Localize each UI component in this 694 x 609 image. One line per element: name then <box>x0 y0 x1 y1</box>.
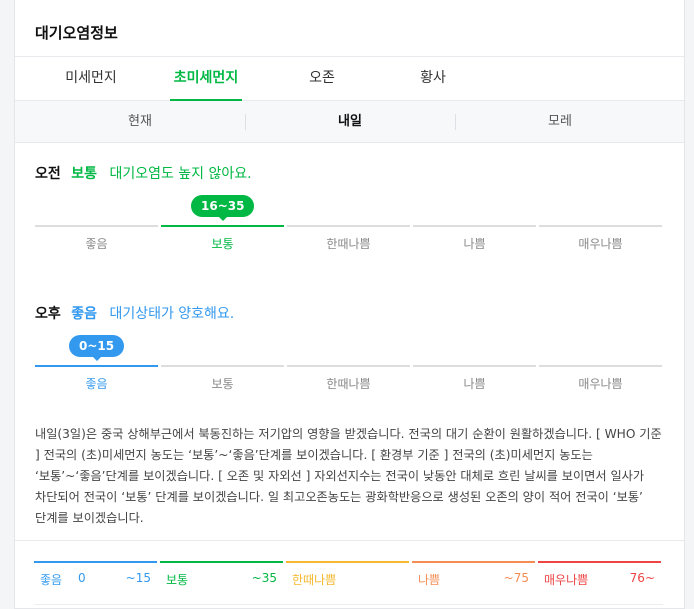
grade-segment-very-bad: 매우나쁨 <box>539 365 662 405</box>
title-bar: 대기오염정보 <box>15 0 684 57</box>
grade-label: 나쁨 <box>463 237 486 251</box>
forecast-text: 내일(3일)은 중국 상해부근에서 북동진하는 저기압의 영향을 받겠습니다. … <box>35 427 662 525</box>
tab-tomorrow[interactable]: 내일 <box>245 101 455 143</box>
legend-name: 한때나쁨 <box>292 573 337 587</box>
grade-segment-good: 좋음 <box>35 225 158 265</box>
grade-segment-very-bad: 매우나쁨 <box>539 225 662 265</box>
grade-label: 보통 <box>211 377 234 391</box>
grade-label: 좋음 <box>85 237 108 251</box>
legend-very-bad: 매우나쁨 76~ <box>538 561 661 601</box>
afternoon-label: 오후 <box>35 306 61 322</box>
legend-range: ~75 <box>503 571 529 585</box>
grade-segment-bad: 나쁨 <box>413 225 536 265</box>
afternoon-grade: 좋음 <box>71 306 97 322</box>
day-tabs: 현재 내일 모레 <box>15 101 684 143</box>
morning-grade: 보통 <box>71 166 97 182</box>
morning-grade-scale: 좋음 보통 한때나쁨 나쁨 매우나쁨 <box>35 225 662 265</box>
pollutant-tabs: 미세먼지 초미세먼지 오존 황사 <box>15 57 684 101</box>
grade-label: 매우나쁨 <box>578 237 623 251</box>
morning-summary: 오전 보통 대기오염도 높지 않아요. <box>35 163 252 183</box>
tab-ultrafine-dust[interactable]: 초미세먼지 <box>146 57 266 101</box>
legend-normal: 보통 ~35 <box>160 561 283 601</box>
legend-range: ~35 <box>251 571 277 585</box>
legend-name: 매우나쁨 <box>544 573 589 587</box>
legend-good: 좋음 0 ~15 <box>34 561 157 601</box>
legend-temp-bad: 한때나쁨 <box>286 561 409 601</box>
legend-name: 나쁨 <box>418 573 441 587</box>
morning-description: 대기오염도 높지 않아요. <box>109 166 252 182</box>
grade-label: 좋음 <box>85 377 108 391</box>
grade-segment-normal: 보통 <box>161 225 284 265</box>
grade-segment-good: 좋음 <box>35 365 158 405</box>
grade-legend: 좋음 0 ~15 보통 ~35 한때나쁨 나쁨 ~75 매우나쁨 76~ <box>15 540 684 609</box>
grade-segment-temp-bad: 한때나쁨 <box>287 225 410 265</box>
grade-label: 한때나쁨 <box>326 237 371 251</box>
legend-start: 0 <box>78 571 86 585</box>
tab-now[interactable]: 현재 <box>35 101 245 143</box>
legend-bars: 좋음 0 ~15 보통 ~35 한때나쁨 나쁨 ~75 매우나쁨 76~ <box>34 561 663 601</box>
tab-yellow-dust[interactable]: 황사 <box>373 57 493 101</box>
afternoon-grade-scale: 좋음 보통 한때나쁨 나쁨 매우나쁨 <box>35 365 662 405</box>
tab-day-after-tomorrow[interactable]: 모레 <box>455 101 665 143</box>
grade-label: 보통 <box>211 237 234 251</box>
legend-name: 좋음 <box>40 573 63 587</box>
grade-label: 매우나쁨 <box>578 377 623 391</box>
legend-name: 보통 <box>166 573 189 587</box>
air-pollution-card: 대기오염정보 미세먼지 초미세먼지 오존 황사 현재 내일 모레 오전 보통 대… <box>14 0 685 609</box>
grade-label: 한때나쁨 <box>326 377 371 391</box>
grade-segment-bad: 나쁨 <box>413 365 536 405</box>
tab-fine-dust[interactable]: 미세먼지 <box>31 57 151 101</box>
afternoon-range-bubble: 0~15 <box>69 335 125 361</box>
afternoon-summary: 오후 좋음 대기상태가 양호해요. <box>35 303 234 323</box>
tab-ozone[interactable]: 오존 <box>262 57 382 101</box>
grade-segment-temp-bad: 한때나쁨 <box>287 365 410 405</box>
morning-label: 오전 <box>35 166 61 182</box>
page-title: 대기오염정보 <box>35 24 118 42</box>
legend-bad: 나쁨 ~75 <box>412 561 535 601</box>
morning-range-bubble: 16~35 <box>191 195 255 221</box>
grade-segment-normal: 보통 <box>161 365 284 405</box>
legend-range: 76~ <box>629 571 655 585</box>
legend-range: ~15 <box>125 571 151 585</box>
grade-label: 나쁨 <box>463 377 486 391</box>
afternoon-description: 대기상태가 양호해요. <box>109 306 235 322</box>
divider <box>34 604 663 605</box>
